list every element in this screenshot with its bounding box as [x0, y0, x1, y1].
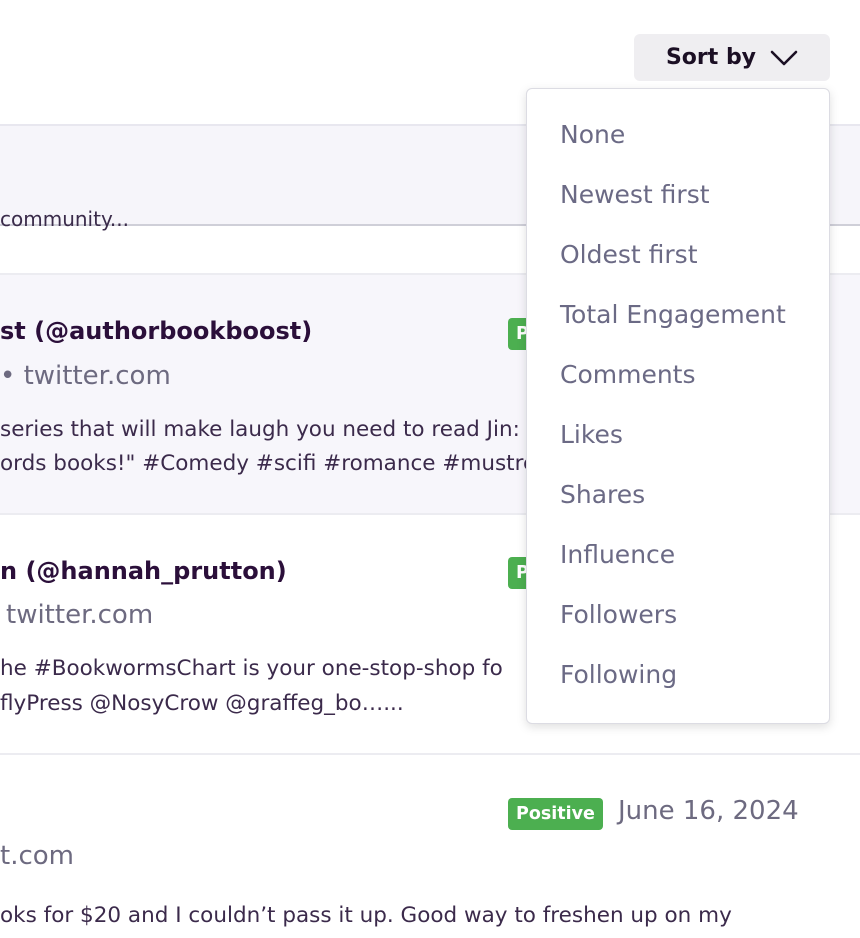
post-author[interactable]: st (@authorbookboost) — [0, 317, 312, 345]
sort-by-button[interactable]: Sort by — [634, 34, 830, 81]
post-content-line: oks for $20 and I couldn’t pass it up. G… — [0, 903, 732, 928]
post-content-line: flyPress @NosyCrow @graffeg_bo…... — [0, 691, 404, 716]
post-source[interactable]: • twitter.com — [0, 361, 171, 391]
post-author[interactable]: n (@hannah_prutton) — [0, 557, 287, 585]
chevron-down-icon — [770, 50, 798, 65]
post-source[interactable]: twitter.com — [6, 600, 153, 630]
sort-option-newest-first[interactable]: Newest first — [560, 180, 710, 209]
sort-option-followers[interactable]: Followers — [560, 600, 677, 629]
sort-option-oldest-first[interactable]: Oldest first — [560, 240, 698, 269]
post-content-line: ords books!" #Comedy #scifi #romance #mu… — [0, 451, 537, 476]
sort-by-label: Sort by — [665, 45, 757, 70]
post-card[interactable]: Positive June 16, 2024 t.com oks for $20… — [0, 755, 860, 938]
post-date: June 16, 2024 — [618, 796, 799, 826]
post-content-line: series that will make laugh you need to … — [0, 417, 520, 442]
sort-dropdown-menu: None Newest first Oldest first Total Eng… — [526, 88, 830, 724]
sort-option-influence[interactable]: Influence — [560, 540, 675, 569]
sort-option-following[interactable]: Following — [560, 660, 677, 689]
post-source[interactable]: t.com — [0, 841, 74, 871]
post-content: community... — [0, 207, 130, 231]
post-content-line: he #BookwormsChart is your one-stop-shop… — [0, 656, 503, 681]
sort-option-comments[interactable]: Comments — [560, 360, 696, 389]
sort-option-total-engagement[interactable]: Total Engagement — [560, 300, 786, 329]
sort-option-likes[interactable]: Likes — [560, 420, 623, 449]
sort-option-shares[interactable]: Shares — [560, 480, 645, 509]
sentiment-badge: Positive — [508, 798, 603, 830]
sort-option-none[interactable]: None — [560, 120, 625, 149]
